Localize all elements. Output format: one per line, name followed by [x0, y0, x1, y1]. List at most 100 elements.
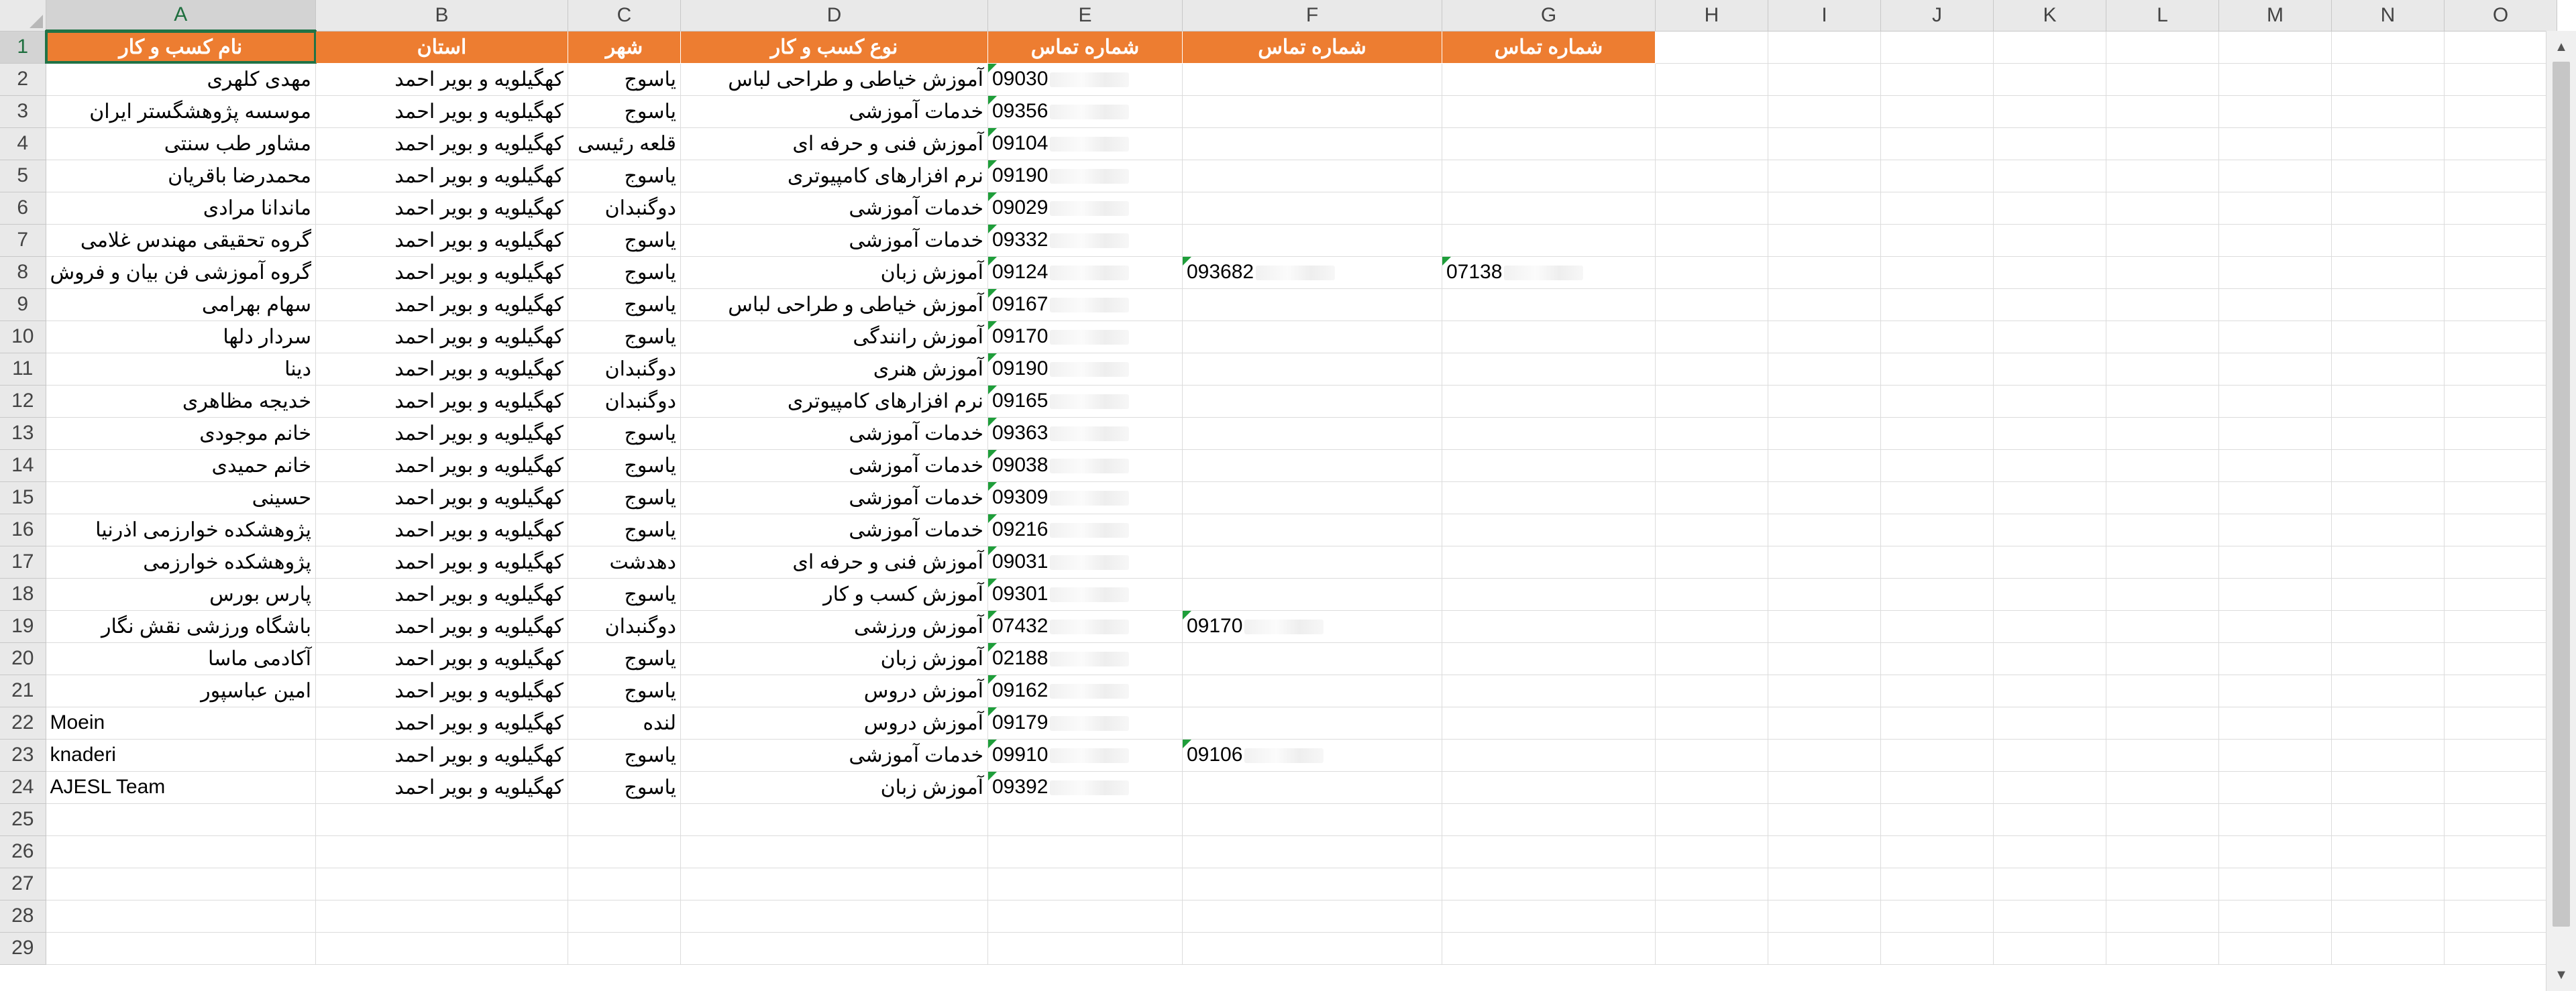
cell-e4[interactable]: 09104 — [987, 127, 1183, 160]
empty-cell[interactable] — [987, 900, 1183, 933]
cell-f18[interactable] — [1182, 578, 1442, 611]
header-cell-e[interactable]: شماره تماس — [987, 31, 1183, 64]
empty-cell[interactable] — [2218, 63, 2332, 96]
empty-cell[interactable] — [1993, 320, 2106, 353]
empty-cell[interactable] — [2218, 385, 2332, 418]
empty-cell[interactable] — [1655, 95, 1768, 128]
cell-e6[interactable]: 09029 — [987, 192, 1183, 225]
empty-cell[interactable] — [1993, 900, 2106, 933]
empty-cell[interactable] — [1993, 417, 2106, 450]
empty-cell[interactable] — [2444, 127, 2557, 160]
empty-cell[interactable] — [1768, 160, 1881, 192]
empty-cell[interactable] — [2106, 256, 2219, 289]
cell-b19[interactable]: کهگیلویه و بویر احمد — [315, 610, 568, 643]
empty-cell[interactable] — [1655, 546, 1768, 579]
empty-cell[interactable] — [2444, 320, 2557, 353]
cell-g13[interactable] — [1442, 417, 1656, 450]
empty-cell[interactable] — [1880, 739, 1994, 772]
empty-cell[interactable] — [1655, 868, 1768, 900]
cell-a7[interactable]: گروه تحقیقی مهندس غلامی — [46, 224, 316, 257]
empty-cell[interactable] — [1880, 481, 1994, 514]
empty-cell[interactable] — [1655, 610, 1768, 643]
cell-g21[interactable] — [1442, 675, 1656, 707]
row-header[interactable]: 25 — [0, 803, 46, 836]
cell-a23[interactable]: knaderi — [46, 739, 316, 772]
cell-c10[interactable]: یاسوج — [568, 320, 681, 353]
empty-cell[interactable] — [1442, 835, 1656, 868]
column-header-c[interactable]: C — [568, 0, 681, 32]
empty-cell[interactable] — [1993, 353, 2106, 386]
column-header-d[interactable]: D — [680, 0, 988, 32]
empty-cell[interactable] — [2331, 256, 2445, 289]
empty-cell[interactable] — [680, 932, 988, 965]
empty-cell[interactable] — [2331, 642, 2445, 675]
empty-cell[interactable] — [2331, 835, 2445, 868]
empty-cell[interactable] — [2218, 127, 2332, 160]
cell-e9[interactable]: 09167 — [987, 288, 1183, 321]
empty-cell[interactable] — [2331, 31, 2445, 64]
cell-a12[interactable]: خدیجه مظاهری — [46, 385, 316, 418]
row-header[interactable]: 3 — [0, 95, 46, 128]
empty-cell[interactable] — [2218, 868, 2332, 900]
cell-a2[interactable]: مهدی کلهری — [46, 63, 316, 96]
empty-cell[interactable] — [1880, 256, 1994, 289]
cell-d17[interactable]: آموزش فنی و حرفه ای — [680, 546, 988, 579]
header-cell-d[interactable]: نوع کسب و کار — [680, 31, 988, 64]
row-header[interactable]: 28 — [0, 900, 46, 933]
empty-cell[interactable] — [680, 900, 988, 933]
column-header-k[interactable]: K — [1993, 0, 2106, 32]
empty-cell[interactable] — [2218, 192, 2332, 225]
cell-c8[interactable]: یاسوج — [568, 256, 681, 289]
empty-cell[interactable] — [1182, 803, 1442, 836]
cell-f13[interactable] — [1182, 417, 1442, 450]
empty-cell[interactable] — [1768, 803, 1881, 836]
cell-a15[interactable]: حسینی — [46, 481, 316, 514]
cell-b4[interactable]: کهگیلویه و بویر احمد — [315, 127, 568, 160]
empty-cell[interactable] — [1993, 675, 2106, 707]
empty-cell[interactable] — [1993, 481, 2106, 514]
cell-d22[interactable]: آموزش دروس — [680, 707, 988, 740]
empty-cell[interactable] — [2331, 449, 2445, 482]
empty-cell[interactable] — [1768, 739, 1881, 772]
cell-e3[interactable]: 09356 — [987, 95, 1183, 128]
empty-cell[interactable] — [568, 900, 681, 933]
cell-b14[interactable]: کهگیلویه و بویر احمد — [315, 449, 568, 482]
empty-cell[interactable] — [1993, 868, 2106, 900]
cell-b3[interactable]: کهگیلویه و بویر احمد — [315, 95, 568, 128]
empty-cell[interactable] — [2331, 288, 2445, 321]
empty-cell[interactable] — [1880, 353, 1994, 386]
empty-cell[interactable] — [1768, 320, 1881, 353]
empty-cell[interactable] — [987, 803, 1183, 836]
select-all-triangle-icon[interactable] — [0, 0, 46, 32]
cell-d11[interactable]: آموزش هنری — [680, 353, 988, 386]
cell-d24[interactable]: آموزش زبان — [680, 771, 988, 804]
cell-e13[interactable]: 09363 — [987, 417, 1183, 450]
cell-f2[interactable] — [1182, 63, 1442, 96]
empty-cell[interactable] — [2444, 160, 2557, 192]
empty-cell[interactable] — [1993, 160, 2106, 192]
empty-cell[interactable] — [1993, 803, 2106, 836]
empty-cell[interactable] — [2106, 95, 2219, 128]
empty-cell[interactable] — [2106, 288, 2219, 321]
cell-f21[interactable] — [1182, 675, 1442, 707]
cell-g11[interactable] — [1442, 353, 1656, 386]
empty-cell[interactable] — [2106, 900, 2219, 933]
empty-cell[interactable] — [2218, 320, 2332, 353]
empty-cell[interactable] — [2444, 353, 2557, 386]
empty-cell[interactable] — [2218, 610, 2332, 643]
empty-cell[interactable] — [1655, 481, 1768, 514]
empty-cell[interactable] — [1768, 546, 1881, 579]
cell-f12[interactable] — [1182, 385, 1442, 418]
empty-cell[interactable] — [1993, 63, 2106, 96]
empty-cell[interactable] — [2331, 932, 2445, 965]
cell-e14[interactable]: 09038 — [987, 449, 1183, 482]
empty-cell[interactable] — [2444, 192, 2557, 225]
cell-d18[interactable]: آموزش کسب و کار — [680, 578, 988, 611]
empty-cell[interactable] — [987, 868, 1183, 900]
empty-cell[interactable] — [1768, 417, 1881, 450]
empty-cell[interactable] — [1768, 771, 1881, 804]
cell-d8[interactable]: آموزش زبان — [680, 256, 988, 289]
empty-cell[interactable] — [1993, 514, 2106, 546]
empty-cell[interactable] — [2106, 127, 2219, 160]
column-header-g[interactable]: G — [1442, 0, 1656, 32]
